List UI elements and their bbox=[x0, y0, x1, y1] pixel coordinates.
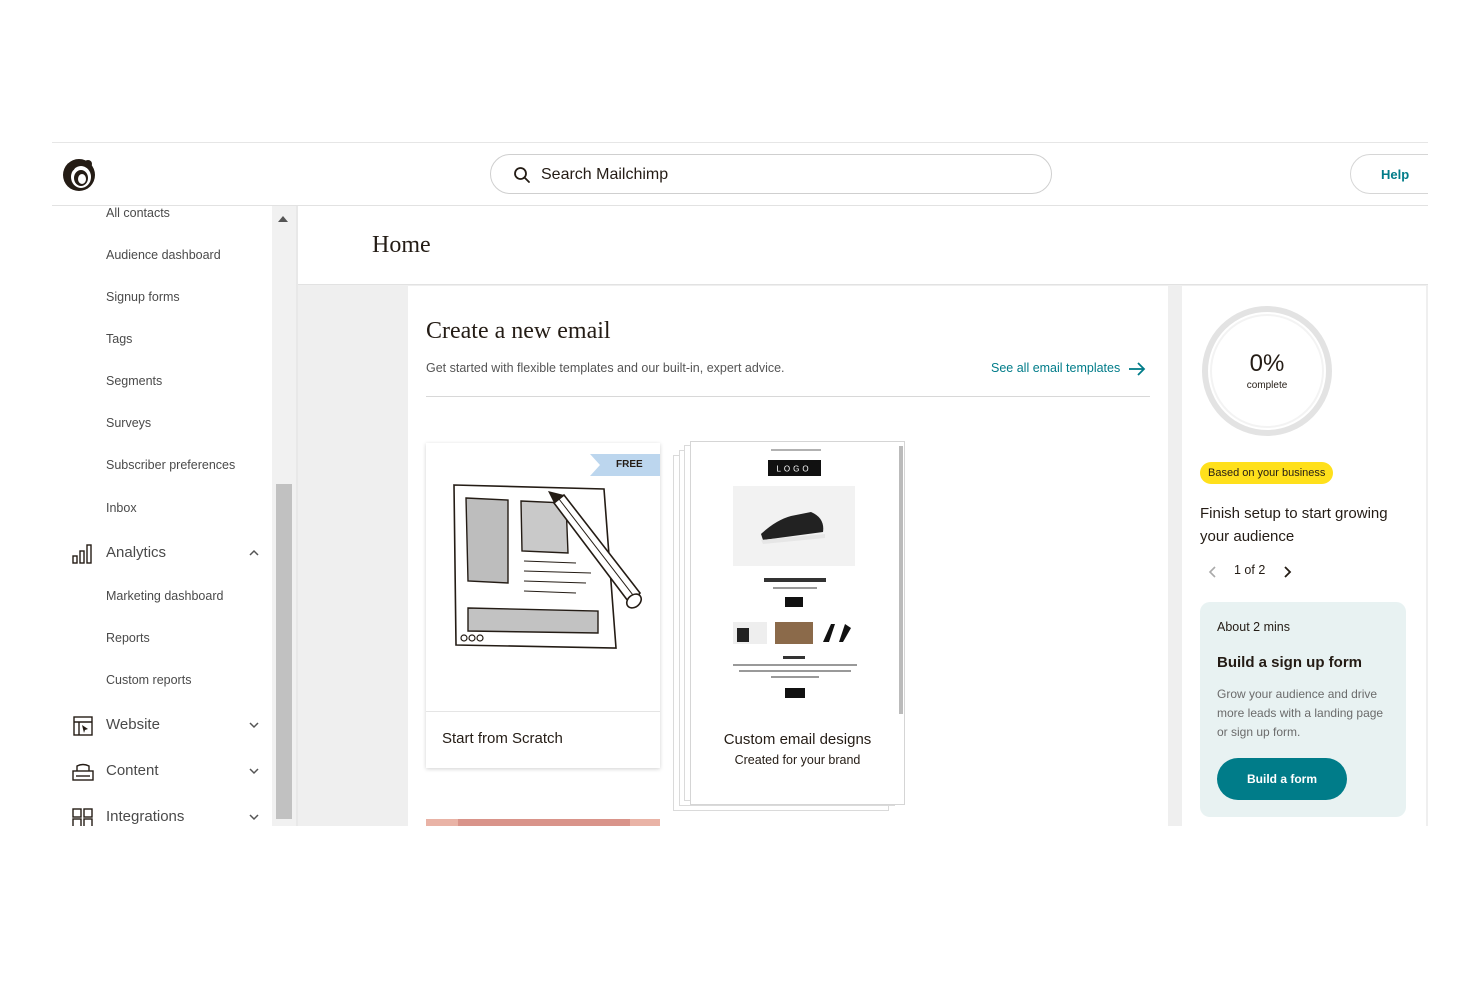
search-input[interactable] bbox=[539, 161, 1023, 189]
card-divider bbox=[426, 396, 1150, 397]
search-box[interactable] bbox=[490, 154, 1052, 194]
tile-subtitle: Created for your brand bbox=[734, 753, 861, 767]
page-header: Home bbox=[298, 206, 1428, 285]
sidebar-section-website[interactable]: Website bbox=[52, 714, 272, 738]
sidebar-section-integrations[interactable]: Integrations bbox=[52, 806, 272, 826]
see-all-templates-link[interactable]: See all email templates bbox=[991, 361, 1146, 376]
chevron-up-icon[interactable] bbox=[248, 547, 260, 559]
website-icon bbox=[73, 716, 93, 736]
tip-body: Grow your audience and drive more leads … bbox=[1217, 687, 1384, 739]
progress-label: complete bbox=[1246, 380, 1288, 391]
pager-text: 1 of 2 bbox=[1234, 563, 1266, 577]
start-from-scratch-tile[interactable]: FREE Start from Scratch bbox=[426, 443, 660, 768]
scroll-up-arrow-icon[interactable] bbox=[278, 216, 288, 222]
sidebar-item-custom-reports[interactable]: Custom reports bbox=[106, 673, 191, 687]
create-email-card: Create a new email Get started with flex… bbox=[408, 286, 1168, 826]
sidebar-item-reports[interactable]: Reports bbox=[106, 631, 150, 645]
next-tile-preview-accent bbox=[458, 819, 630, 826]
card-subtitle: Get started with flexible templates and … bbox=[426, 361, 785, 375]
chevron-right-icon[interactable] bbox=[1282, 566, 1292, 578]
mailchimp-logo-icon[interactable] bbox=[60, 155, 98, 193]
email-template-preview: LOGO bbox=[690, 441, 905, 805]
chevron-left-icon[interactable] bbox=[1208, 566, 1218, 578]
sidebar-section-label: Analytics bbox=[106, 544, 167, 561]
sidebar-item-tags[interactable]: Tags bbox=[106, 332, 132, 346]
main-content: Home Create a new email Get started with… bbox=[298, 206, 1428, 826]
sidebar-section-content[interactable]: Content bbox=[52, 760, 272, 784]
business-badge: Based on your business bbox=[1200, 462, 1334, 484]
chevron-down-icon[interactable] bbox=[248, 811, 260, 823]
sidebar-section-label: Website bbox=[106, 716, 160, 733]
custom-email-designs-tile[interactable]: LOGO Custom email designs Created for yo… bbox=[673, 441, 909, 811]
tip-duration: About 2 mins bbox=[1217, 620, 1290, 634]
help-button[interactable]: Help bbox=[1350, 154, 1428, 194]
build-form-button[interactable]: Build a form bbox=[1217, 758, 1347, 800]
sidebar-item-segments[interactable]: Segments bbox=[106, 374, 162, 388]
arrow-right-icon bbox=[1128, 362, 1145, 376]
sidebar-item-subscriber-preferences[interactable]: Subscriber preferences bbox=[106, 458, 235, 472]
sidebar-scrollbar[interactable] bbox=[272, 206, 296, 826]
sidebar-item-all-contacts[interactable]: All contacts bbox=[106, 206, 170, 220]
top-bar: Help bbox=[52, 143, 1428, 206]
sidebar-section-label: Content bbox=[106, 762, 159, 779]
free-badge-label: FREE bbox=[616, 459, 643, 470]
scrollbar-thumb[interactable] bbox=[276, 484, 292, 819]
search-icon bbox=[514, 167, 530, 183]
sidebar-section-analytics[interactable]: Analytics bbox=[52, 542, 272, 566]
sketch-illustration: FREE bbox=[426, 443, 660, 712]
setup-heading: Finish setup to start growing your audie… bbox=[1200, 505, 1388, 545]
preview-scrollbar bbox=[899, 446, 903, 714]
setup-progress-panel: 0% complete Based on your business Finis… bbox=[1182, 286, 1426, 826]
page-title: Home bbox=[372, 232, 431, 258]
card-title: Create a new email bbox=[426, 318, 611, 344]
sidebar-item-signup-forms[interactable]: Signup forms bbox=[106, 290, 180, 304]
tile-label: Start from Scratch bbox=[442, 730, 563, 747]
svg-text:LOGO: LOGO bbox=[776, 465, 811, 474]
sidebar-item-inbox[interactable]: Inbox bbox=[106, 501, 137, 515]
bar-chart-icon bbox=[72, 544, 92, 564]
setup-tip-card: About 2 mins Build a sign up form Grow y… bbox=[1200, 602, 1406, 817]
link-label: See all email templates bbox=[991, 361, 1121, 375]
sidebar-item-marketing-dashboard[interactable]: Marketing dashboard bbox=[106, 589, 223, 603]
chevron-down-icon[interactable] bbox=[248, 765, 260, 777]
progress-value: 0% bbox=[1249, 350, 1285, 377]
app-window: Help All contacts Audience dashboard Sig… bbox=[52, 142, 1428, 826]
pager: 1 of 2 bbox=[1208, 563, 1328, 583]
tile-title: Custom email designs bbox=[723, 731, 872, 748]
content-icon bbox=[72, 763, 94, 781]
sidebar-item-surveys[interactable]: Surveys bbox=[106, 416, 151, 430]
integrations-grid-icon bbox=[72, 808, 93, 826]
next-tile-preview bbox=[426, 819, 660, 826]
chevron-down-icon[interactable] bbox=[248, 719, 260, 731]
free-badge: FREE bbox=[590, 454, 660, 476]
tip-title: Build a sign up form bbox=[1217, 654, 1362, 671]
sidebar: All contacts Audience dashboard Signup f… bbox=[52, 206, 272, 826]
sidebar-section-label: Integrations bbox=[106, 808, 185, 825]
sidebar-item-audience-dashboard[interactable]: Audience dashboard bbox=[106, 248, 221, 262]
